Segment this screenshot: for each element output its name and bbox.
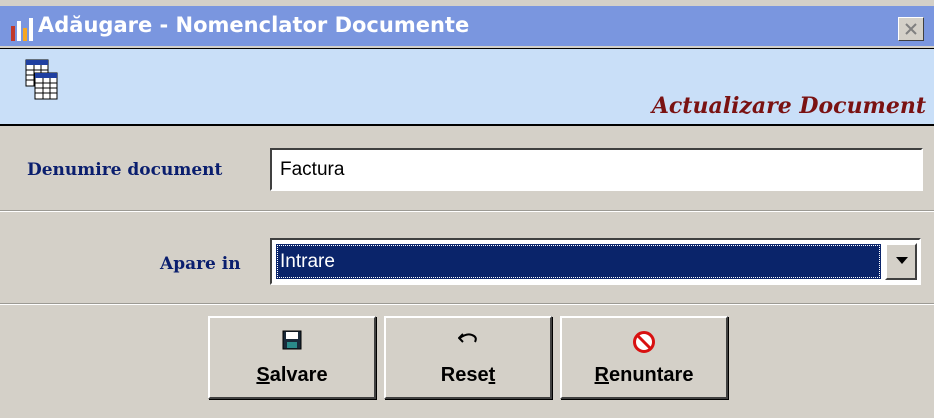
banner-title: Actualizare Document — [651, 93, 926, 119]
window-title: Adăugare - Nomenclator Documente — [38, 13, 470, 37]
appears-in-selected-value[interactable]: Intrare — [276, 244, 881, 279]
appears-in-select[interactable]: Intrare — [270, 238, 921, 285]
close-icon — [905, 23, 917, 35]
header-banner: Actualizare Document — [0, 48, 934, 126]
save-button[interactable]: Salvare — [208, 316, 376, 399]
reset-button[interactable]: Reset — [384, 316, 552, 399]
document-name-label: Denumire document — [27, 160, 223, 180]
save-mnemonic: S — [256, 364, 270, 386]
cancel-button-label: Renuntare — [594, 364, 694, 386]
separator — [0, 303, 934, 305]
no-entry-icon — [633, 331, 655, 353]
save-button-label: Salvare — [256, 364, 328, 386]
appears-in-label: Apare in — [160, 254, 241, 274]
document-name-field[interactable] — [270, 148, 923, 191]
reset-button-label: Reset — [440, 364, 496, 386]
close-button[interactable] — [898, 17, 924, 41]
document-table-icon — [25, 59, 58, 100]
chevron-down-icon — [896, 257, 908, 264]
floppy-disk-icon — [282, 330, 302, 350]
title-bar[interactable]: Adăugare - Nomenclator Documente — [0, 6, 934, 46]
dialog-window: Adăugare - Nomenclator Documente Actuali… — [0, 0, 934, 418]
cancel-button[interactable]: Renuntare — [560, 316, 728, 399]
dropdown-button[interactable] — [885, 243, 917, 280]
reset-mnemonic: t — [488, 364, 496, 386]
separator — [0, 210, 934, 212]
bar-chart-icon — [11, 18, 33, 41]
undo-arrow-icon — [458, 333, 477, 343]
document-name-input[interactable] — [272, 150, 921, 189]
cancel-mnemonic: R — [594, 364, 609, 386]
